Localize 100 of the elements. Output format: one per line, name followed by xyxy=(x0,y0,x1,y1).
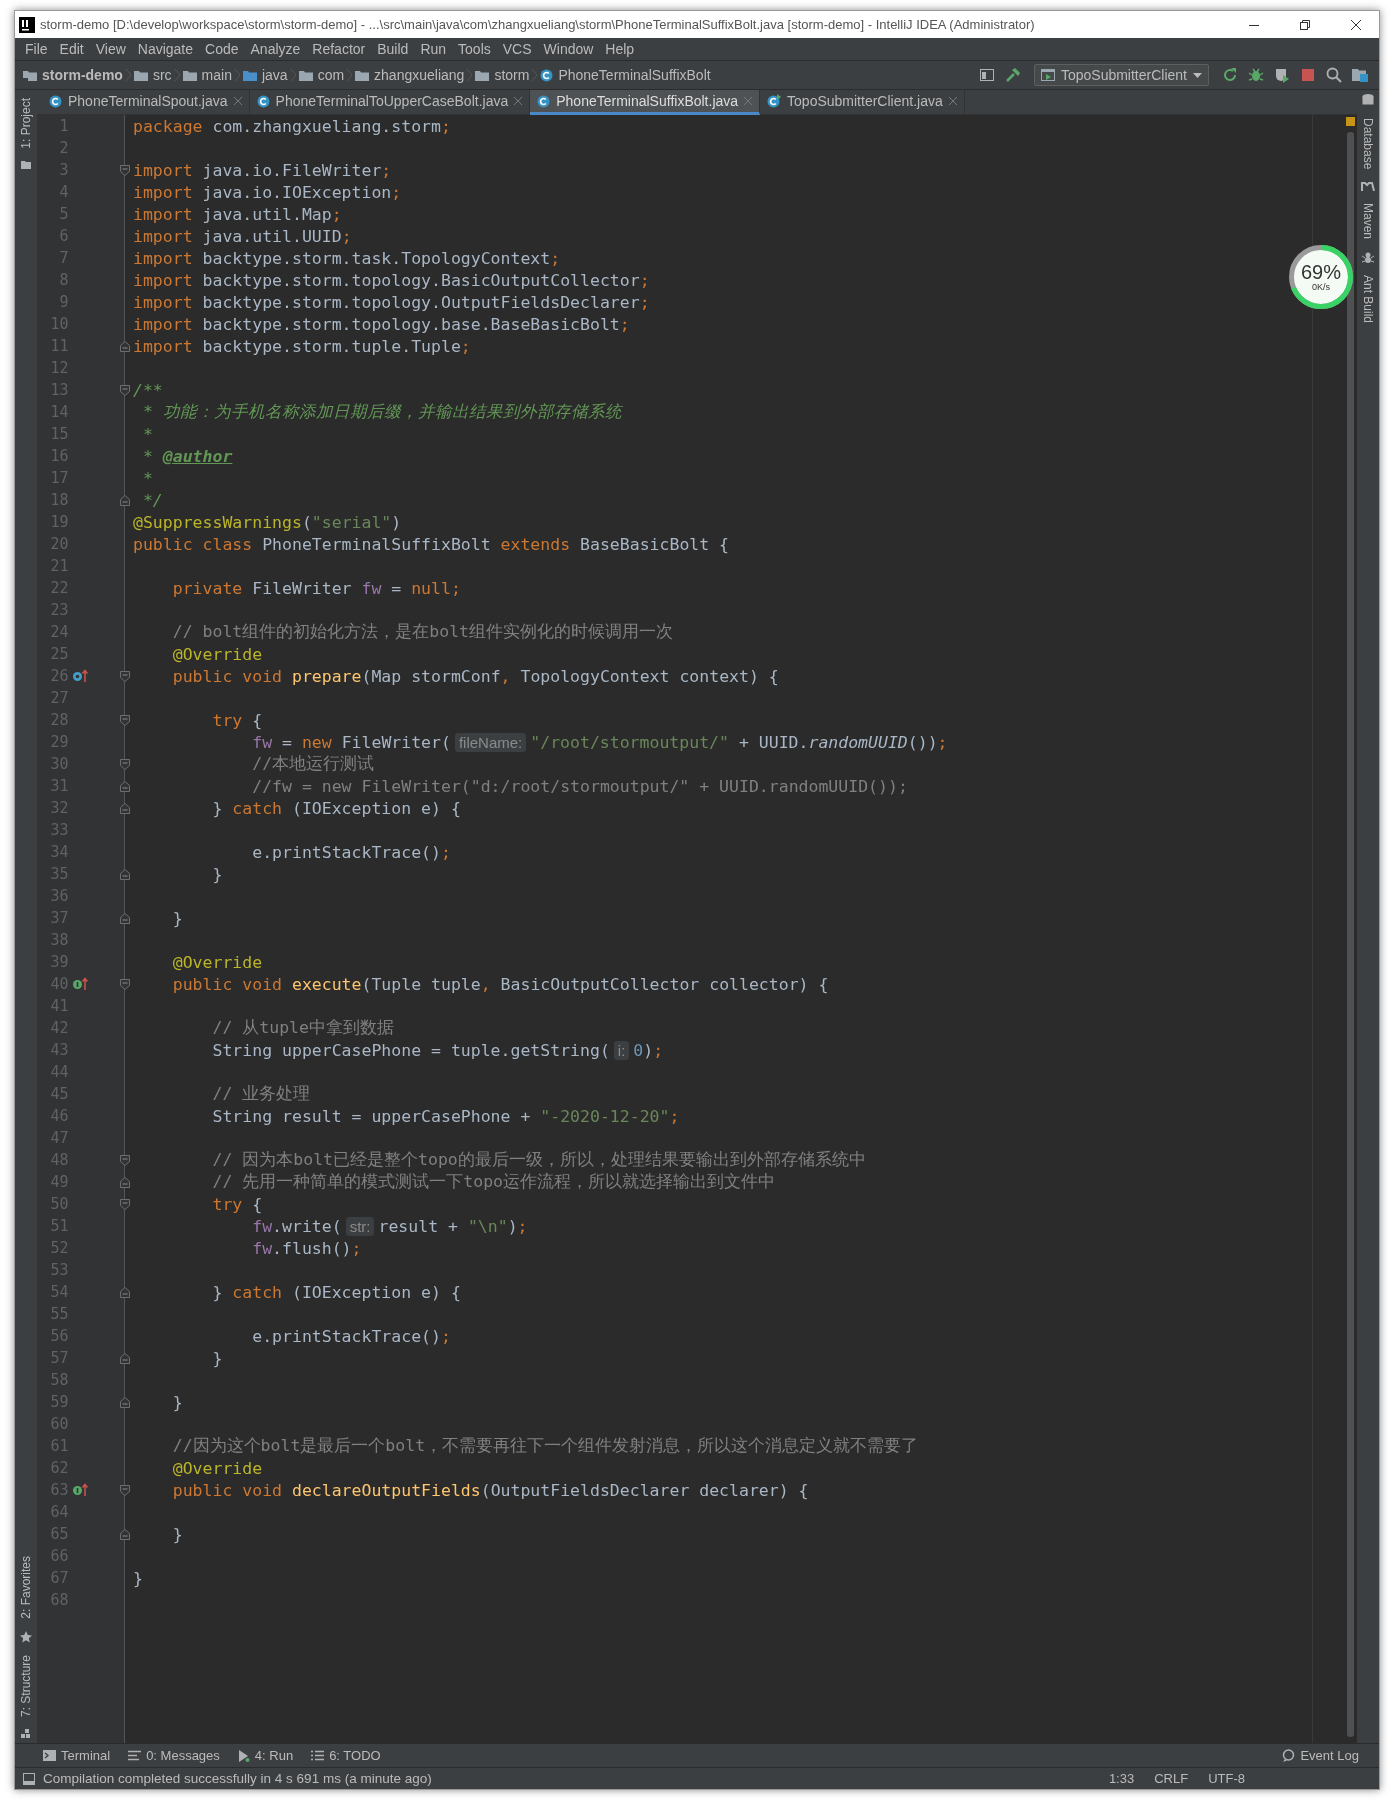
folder-icon xyxy=(242,69,257,81)
tool-window-button[interactable]: Maven xyxy=(1361,199,1375,244)
fold-icon[interactable] xyxy=(120,1198,130,1210)
menu-item[interactable]: Navigate xyxy=(131,38,200,60)
tool-window-button[interactable]: Terminal xyxy=(43,1748,111,1763)
tool-window-button[interactable]: Ant Build xyxy=(1361,271,1375,328)
fold-icon[interactable] xyxy=(120,978,130,990)
fold-icon[interactable] xyxy=(120,780,130,792)
breadcrumb-item[interactable]: java xyxy=(240,63,290,87)
inspection-status-icon[interactable] xyxy=(1345,117,1355,126)
editor-tab[interactable]: PhoneTerminalSuffixBolt.java xyxy=(530,90,761,115)
menu-item[interactable]: Run xyxy=(414,38,453,60)
fold-icon[interactable] xyxy=(120,384,130,396)
fold-icon[interactable] xyxy=(120,714,130,726)
code-line: import java.util.UUID; xyxy=(132,226,352,246)
fold-icon[interactable] xyxy=(120,758,130,770)
fold-icon[interactable] xyxy=(120,868,130,880)
close-icon[interactable] xyxy=(948,97,957,105)
app-logo-icon xyxy=(19,16,35,33)
menu-item[interactable]: Code xyxy=(199,38,245,60)
code-line: //fw = new FileWriter("d:/root/stormoutput/" + UUID.randomUUID()); xyxy=(251,776,908,796)
implement-marker-icon[interactable] xyxy=(71,1483,88,1497)
tool-window-button[interactable]: 1: Project xyxy=(19,94,33,153)
tool-window-button[interactable]: 4: Run xyxy=(237,1748,294,1763)
code-line: e.printStackTrace(); xyxy=(251,1326,451,1346)
menu-item[interactable]: Edit xyxy=(53,38,90,60)
menu-item[interactable]: Window xyxy=(537,38,600,60)
code-line: import backtype.storm.topology.base.BaseBasicBolt; xyxy=(132,314,630,334)
tool-window-button[interactable]: 6: TODO xyxy=(311,1748,381,1763)
event-log-button[interactable]: Event Log xyxy=(1282,1748,1359,1763)
fold-icon[interactable] xyxy=(120,912,130,924)
code-line: public void prepare(Map stormConf, TopologyContext context) { xyxy=(171,666,779,686)
fold-icon[interactable] xyxy=(120,802,130,814)
class-icon xyxy=(540,68,554,82)
code-line: } xyxy=(132,1568,143,1588)
terminal-icon xyxy=(43,1750,56,1761)
breadcrumb-item[interactable]: src xyxy=(131,63,174,87)
tool-windows-toggle-icon[interactable] xyxy=(23,1772,35,1785)
code-line: //本地运行测试 xyxy=(251,753,375,775)
breadcrumb-item[interactable]: zhangxueliang xyxy=(353,63,467,87)
fold-icon[interactable] xyxy=(120,1352,130,1364)
code-line: fw = new FileWriter( fileName: "/root/stormoutput/" + UUID.randomUUID()); xyxy=(251,732,948,752)
fold-icon[interactable] xyxy=(120,1484,130,1496)
breadcrumb-item[interactable]: storm-demo xyxy=(21,63,125,87)
code-line: import backtype.storm.task.TopologyContext; xyxy=(132,248,561,268)
code-line: package com.zhangxueliang.storm; xyxy=(132,116,451,136)
status-item[interactable]: CRLF xyxy=(1148,1771,1195,1786)
chevron-icon xyxy=(466,68,474,82)
code-line: /** xyxy=(132,380,163,400)
code-line: } catch (IOException e) { xyxy=(211,1282,461,1302)
class-icon xyxy=(49,94,62,108)
implement-marker-icon[interactable] xyxy=(71,977,88,991)
close-icon[interactable] xyxy=(514,97,523,105)
code-line: import java.util.Map; xyxy=(132,204,342,224)
class-icon xyxy=(537,94,551,108)
fold-icon[interactable] xyxy=(120,164,130,176)
class-run-icon xyxy=(767,94,782,108)
tool-window-button[interactable]: Database xyxy=(1361,114,1375,174)
code-line: // 业务处理 xyxy=(211,1083,311,1105)
menu-item[interactable]: VCS xyxy=(496,38,538,60)
menu-item[interactable]: File xyxy=(19,38,54,60)
code-line: // 因为本bolt已经是整个topo的最后一级，所以，处理结果要输出到外部存储系统中 xyxy=(211,1149,866,1171)
menu-item[interactable]: Analyze xyxy=(244,38,307,60)
menu-item[interactable]: Help xyxy=(599,38,641,60)
breadcrumb-item[interactable]: main xyxy=(180,63,234,87)
status-item[interactable]: 1:33 xyxy=(1102,1771,1141,1786)
breadcrumb-item[interactable]: com xyxy=(296,63,347,87)
folder-icon xyxy=(355,69,370,81)
chevron-icon xyxy=(346,68,354,82)
code-line: String upperCasePhone = tuple.getString( i: 0); xyxy=(211,1040,664,1060)
fold-icon[interactable] xyxy=(120,494,130,506)
menu-item[interactable]: Build xyxy=(371,38,415,60)
fold-icon[interactable] xyxy=(120,340,130,352)
fold-icon[interactable] xyxy=(120,670,130,682)
code-line: // 从tuple中拿到数据 xyxy=(211,1017,394,1039)
code-line: @SuppressWarnings("serial") xyxy=(132,512,402,532)
code-line: * xyxy=(141,424,153,444)
menu-item[interactable]: Refactor xyxy=(306,38,372,60)
code-line: e.printStackTrace(); xyxy=(251,842,451,862)
folder-icon xyxy=(133,69,148,81)
menu-item[interactable]: Tools xyxy=(452,38,497,60)
override-marker-icon[interactable] xyxy=(71,669,88,683)
folder-icon xyxy=(298,69,313,81)
fold-icon[interactable] xyxy=(120,1176,130,1188)
fold-icon[interactable] xyxy=(120,1396,130,1408)
code-line: private FileWriter fw = null; xyxy=(171,578,461,598)
fold-icon[interactable] xyxy=(120,1154,130,1166)
tool-window-button[interactable]: 0: Messages xyxy=(128,1748,220,1763)
fold-icon[interactable] xyxy=(120,1528,130,1540)
menu-item[interactable]: View xyxy=(89,38,132,60)
code-line: } xyxy=(171,1392,183,1412)
tool-window-button[interactable]: 7: Structure xyxy=(19,1650,33,1721)
close-icon[interactable] xyxy=(233,97,242,105)
breadcrumb-item[interactable]: storm xyxy=(473,63,532,87)
status-item[interactable]: UTF-8 xyxy=(1202,1771,1251,1786)
close-icon[interactable] xyxy=(744,97,753,105)
fold-icon[interactable] xyxy=(120,1286,130,1298)
run-configuration-dropdown[interactable]: TopoSubmitterClient xyxy=(1033,64,1209,86)
breadcrumb-item[interactable]: PhoneTerminalSuffixBolt xyxy=(538,63,713,87)
tool-window-button[interactable]: 2: Favorites xyxy=(19,1552,33,1623)
